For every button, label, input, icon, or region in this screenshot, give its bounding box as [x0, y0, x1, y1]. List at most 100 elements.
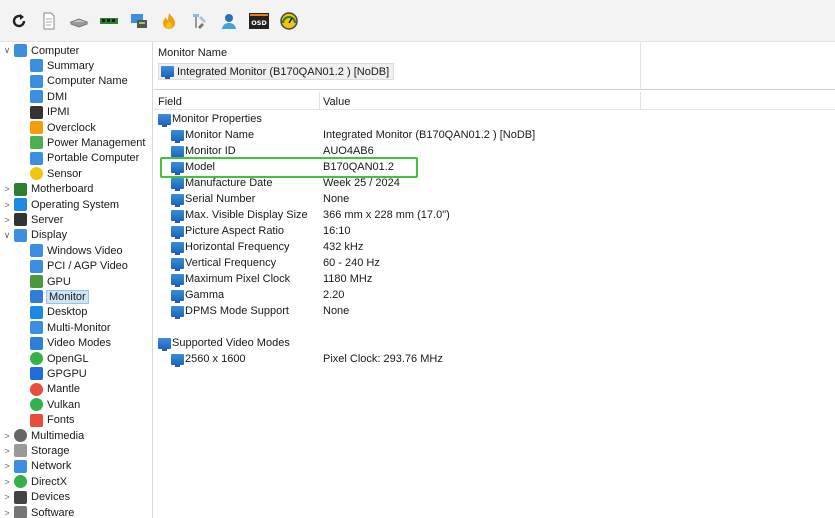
grid-row[interactable]: Vertical Frequency 60 - 240 Hz — [154, 256, 835, 272]
chevron-right-icon[interactable]: > — [2, 492, 12, 502]
grid-row[interactable]: DPMS Mode Support None — [154, 304, 835, 320]
monitor-icon — [171, 258, 184, 271]
tree-item-display[interactable]: ∨ Display — [2, 228, 67, 243]
tree-item-power-management[interactable]: Power Management — [20, 135, 145, 150]
vulkan-icon — [30, 398, 43, 412]
grid-row[interactable]: Maximum Pixel Clock 1180 MHz — [154, 272, 835, 288]
computer-name-icon — [30, 74, 43, 88]
tree-item-network[interactable]: > Network — [2, 459, 71, 474]
tree-item-fonts[interactable]: Fonts — [20, 413, 75, 428]
grid-row[interactable]: 2560 x 1600 Pixel Clock: 293.76 MHz — [154, 352, 835, 368]
benchmark-button[interactable] — [156, 8, 182, 34]
field-label: Vertical Frequency — [185, 257, 277, 269]
tree-item-computer[interactable]: ∨ Computer — [2, 43, 79, 58]
grid-row[interactable]: Gamma 2.20 — [154, 288, 835, 304]
tree-item-label: Summary — [47, 59, 95, 72]
tree-item-pci-agp-video[interactable]: PCI / AGP Video — [20, 259, 128, 274]
tree-item-ipmi[interactable]: IPMI — [20, 105, 70, 120]
chevron-right-icon[interactable]: > — [2, 215, 12, 225]
osd-button[interactable]: OSD — [246, 8, 272, 34]
chevron-right-icon[interactable]: > — [2, 446, 12, 456]
chevron-right-icon[interactable]: > — [2, 508, 12, 518]
refresh-button[interactable] — [6, 8, 32, 34]
monitor-icon — [171, 290, 184, 303]
tree-item-computer-name[interactable]: Computer Name — [20, 74, 128, 89]
report-icon — [43, 12, 55, 29]
tree-item-multimedia[interactable]: > Multimedia — [2, 428, 84, 443]
header-value-box[interactable]: Integrated Monitor (B170QAN01.2 ) [NoDB] — [158, 63, 395, 80]
tree-item-sensor[interactable]: Sensor — [20, 166, 82, 181]
network-icon — [14, 459, 27, 473]
grid-row[interactable]: Model B170QAN01.2 — [154, 160, 835, 176]
field-value: 432 kHz — [323, 241, 364, 253]
field-value: B170QAN01.2 — [323, 161, 394, 173]
tree-item-gpu[interactable]: GPU — [20, 274, 71, 289]
chevron-right-icon[interactable]: > — [2, 431, 12, 441]
chevron-right-icon[interactable]: > — [2, 200, 12, 210]
monitor-icon — [171, 178, 184, 191]
grid-row[interactable]: Monitor Name Integrated Monitor (B170QAN0… — [154, 128, 835, 144]
tree-item-label: Monitor — [46, 289, 89, 304]
tree-item-monitor[interactable]: Monitor — [20, 289, 89, 304]
field-label: Gamma — [185, 289, 225, 301]
tree-item-portable-computer[interactable]: Portable Computer — [20, 151, 139, 166]
chevron-right-icon[interactable]: > — [2, 477, 12, 487]
tree-item-summary[interactable]: Summary — [20, 58, 94, 73]
tree-item-operating-system[interactable]: > Operating System — [2, 197, 119, 212]
tree-item-desktop[interactable]: Desktop — [20, 305, 87, 320]
ipmi-icon — [30, 105, 43, 119]
windows-icon — [14, 198, 27, 211]
tree-item-storage[interactable]: > Storage — [2, 443, 70, 458]
field-value: None — [323, 305, 350, 317]
network-button[interactable] — [126, 8, 152, 34]
column-field[interactable]: Field — [158, 96, 182, 108]
tree-item-mantle[interactable]: Mantle — [20, 382, 80, 397]
tree-item-devices[interactable]: > Devices — [2, 490, 70, 505]
field-label: Max. Visible Display Size — [185, 209, 308, 221]
tree-item-label: DMI — [47, 90, 68, 103]
tree-item-windows-video[interactable]: Windows Video — [20, 243, 123, 258]
memory-button[interactable] — [96, 8, 122, 34]
user-button[interactable] — [216, 8, 242, 34]
grid-row[interactable]: Max. Visible Display Size 366 mm x 228 mm… — [154, 208, 835, 224]
tree-item-gpgpu[interactable]: GPGPU — [20, 366, 87, 381]
computer-icon — [14, 44, 27, 57]
grid-row[interactable]: Monitor Properties — [154, 112, 835, 128]
storage-button[interactable] — [66, 8, 92, 34]
grid-row[interactable]: Picture Aspect Ratio 16:10 — [154, 224, 835, 240]
tree-item-multi-monitor[interactable]: Multi-Monitor — [20, 320, 111, 335]
tree-item-overclock[interactable]: Overclock — [20, 120, 96, 135]
tree-item-vulkan[interactable]: Vulkan — [20, 397, 80, 412]
grid-row[interactable]: Serial Number None — [154, 192, 835, 208]
grid-row[interactable]: Supported Video Modes — [154, 336, 835, 352]
navigation-tree: ∨ Computer Summary Computer Name DMI IPMI Over… — [0, 42, 153, 518]
report-button[interactable] — [36, 8, 62, 34]
monitor-icon — [171, 162, 184, 175]
monitor-icon — [171, 210, 184, 223]
video-card-icon — [30, 259, 43, 273]
tree-item-label: Software — [31, 506, 75, 518]
grid-row[interactable]: Horizontal Frequency 432 kHz — [154, 240, 835, 256]
chevron-right-icon[interactable]: > — [2, 461, 12, 471]
tools-button[interactable] — [186, 8, 212, 34]
tree-item-opengl[interactable]: OpenGL — [20, 351, 89, 366]
grid-row[interactable]: Manufacture Date Week 25 / 2024 — [154, 176, 835, 192]
grid-row[interactable]: Monitor ID AUO4AB6 — [154, 144, 835, 160]
tree-item-motherboard[interactable]: > Motherboard — [2, 182, 93, 197]
chevron-down-icon[interactable]: ∨ — [2, 230, 12, 241]
tree-item-dmi[interactable]: DMI — [20, 89, 67, 104]
sensor-button[interactable] — [276, 8, 302, 34]
monitor-icon — [161, 66, 174, 79]
chevron-down-icon[interactable]: ∨ — [2, 45, 12, 56]
column-value[interactable]: Value — [323, 96, 350, 108]
tree-item-software[interactable]: > Software — [2, 505, 74, 518]
field-label: Maximum Pixel Clock — [185, 273, 291, 285]
chevron-right-icon[interactable]: > — [2, 184, 12, 194]
tree-item-label: Network — [31, 460, 72, 473]
tree-item-label: Desktop — [47, 306, 88, 319]
tree-item-label: Storage — [31, 444, 70, 457]
tree-item-server[interactable]: > Server — [2, 212, 63, 227]
tree-item-label: IPMI — [47, 106, 70, 119]
tree-item-video-modes[interactable]: Video Modes — [20, 336, 111, 351]
tree-item-directx[interactable]: > DirectX — [2, 474, 67, 489]
